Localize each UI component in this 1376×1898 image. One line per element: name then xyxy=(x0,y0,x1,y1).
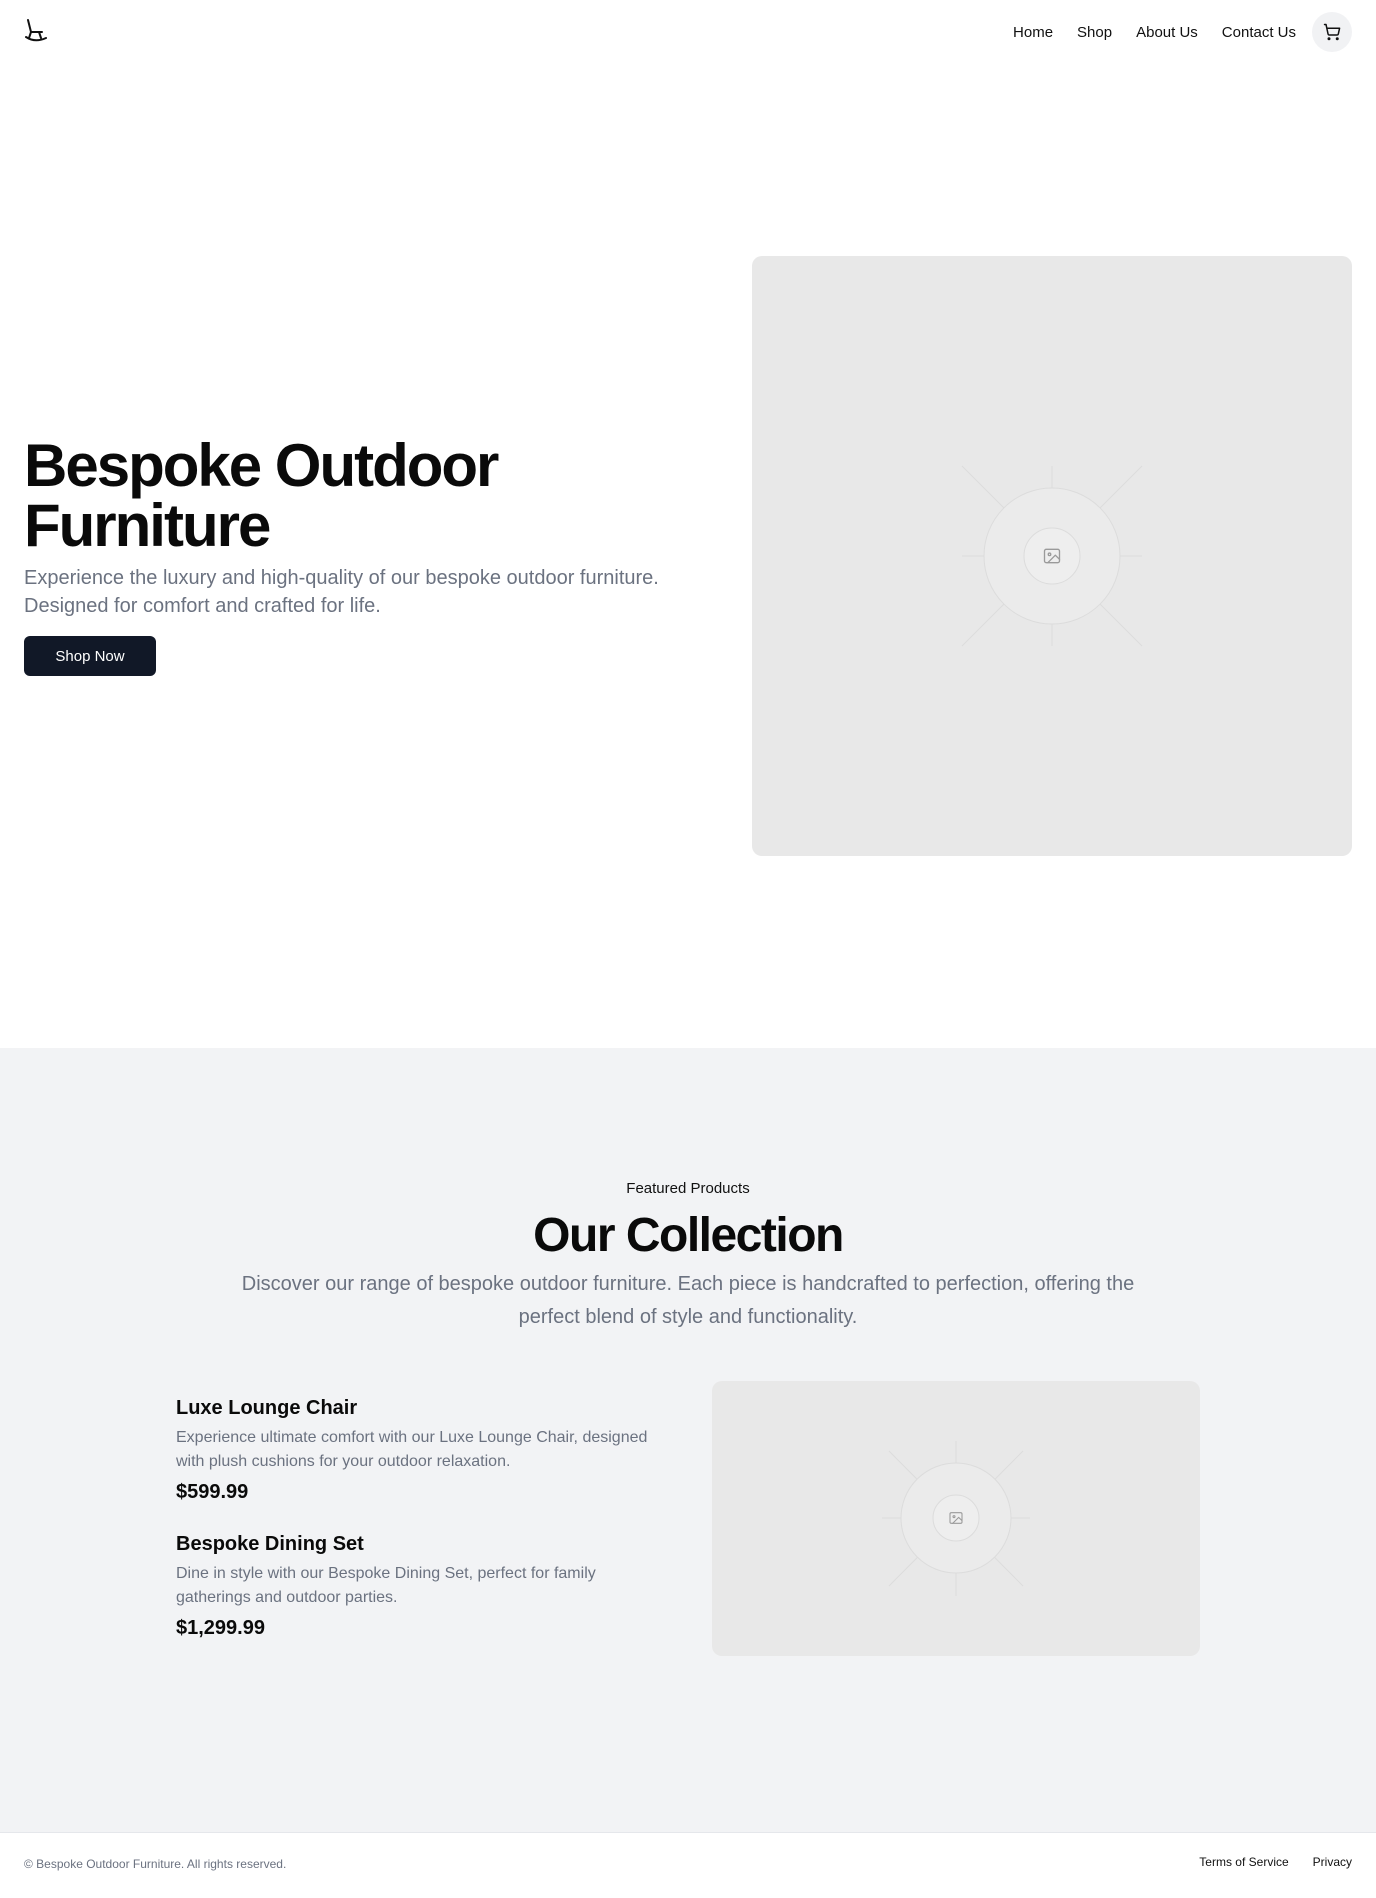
hero-subtitle: Experience the luxury and high-quality o… xyxy=(24,567,659,617)
nav-home[interactable]: Home xyxy=(1013,24,1053,41)
product-item: Luxe Lounge Chair Experience ultimate co… xyxy=(176,1394,656,1506)
copyright-text: © Bespoke Outdoor Furniture. All rights … xyxy=(24,1857,287,1871)
site-header: Home Shop About Us Contact Us xyxy=(0,0,1376,64)
image-placeholder-icon xyxy=(949,1512,963,1524)
product-price: $599.99 xyxy=(176,1481,249,1503)
footer-links: Terms of Service Privacy xyxy=(1199,1855,1352,1869)
terms-link[interactable]: Terms of Service xyxy=(1199,1855,1288,1869)
nav-shop[interactable]: Shop xyxy=(1077,24,1112,41)
privacy-link[interactable]: Privacy xyxy=(1313,1855,1352,1869)
product-name[interactable]: Bespoke Dining Set xyxy=(176,1530,656,1558)
shop-now-button[interactable]: Shop Now xyxy=(24,636,156,676)
product-item: Bespoke Dining Set Dine in style with ou… xyxy=(176,1530,656,1642)
cart-button[interactable] xyxy=(1312,12,1352,52)
collection-image-placeholder xyxy=(712,1381,1200,1656)
collection-eyebrow: Featured Products xyxy=(626,1180,750,1197)
product-description: Experience ultimate comfort with our Lux… xyxy=(176,1429,648,1470)
shopping-cart-icon xyxy=(1323,23,1341,41)
collection-title: Our Collection xyxy=(533,1209,844,1262)
collection-subtitle: Discover our range of bespoke outdoor fu… xyxy=(241,1273,1135,1328)
product-price: $1,299.99 xyxy=(176,1617,265,1639)
nav-contact[interactable]: Contact Us xyxy=(1222,24,1296,41)
main-nav: Home Shop About Us Contact Us xyxy=(1013,12,1352,52)
product-name[interactable]: Luxe Lounge Chair xyxy=(176,1394,656,1422)
rocking-chair-icon[interactable] xyxy=(24,18,48,44)
hero-title: Bespoke Outdoor Furniture xyxy=(24,432,499,559)
image-placeholder-icon xyxy=(1043,548,1061,564)
site-footer: © Bespoke Outdoor Furniture. All rights … xyxy=(0,1832,1376,1898)
nav-about[interactable]: About Us xyxy=(1136,24,1198,41)
hero-image-placeholder xyxy=(752,256,1352,856)
product-description: Dine in style with our Bespoke Dining Se… xyxy=(176,1565,596,1606)
